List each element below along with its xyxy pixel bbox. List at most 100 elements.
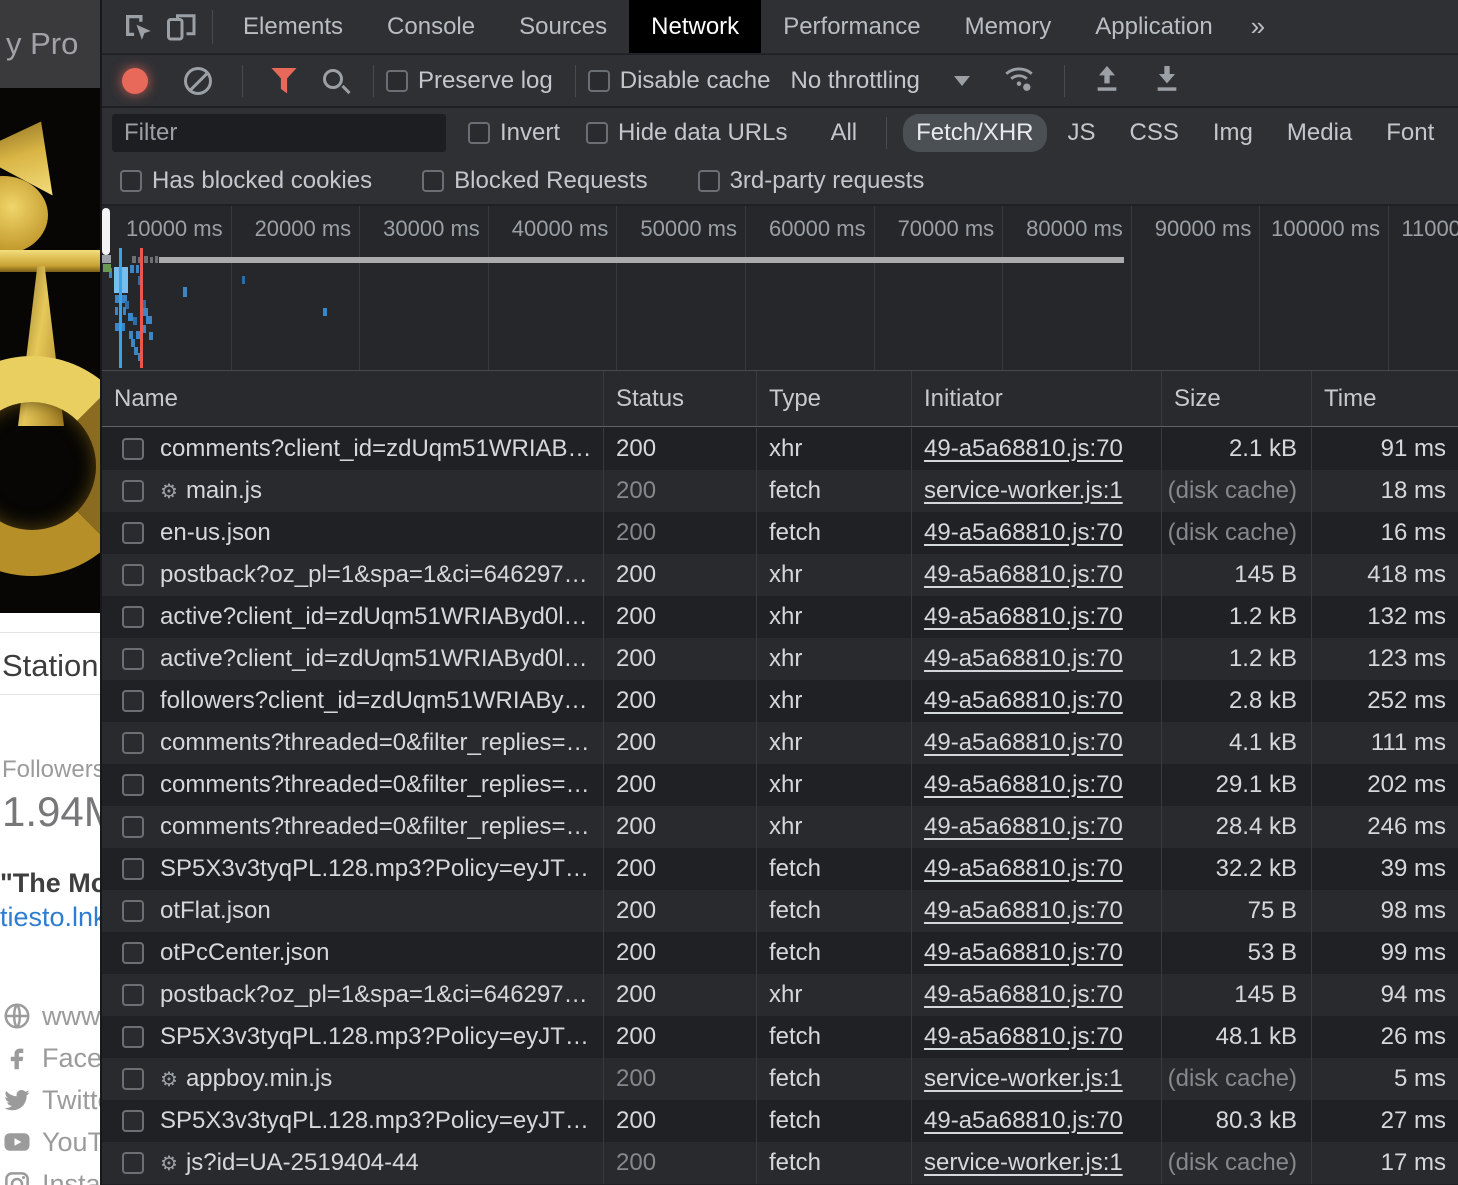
initiator-link[interactable]: 49-a5a68810.js:70	[924, 855, 1123, 883]
initiator-link[interactable]: 49-a5a68810.js:70	[924, 687, 1123, 715]
blocked-requests-checkbox[interactable]	[422, 170, 444, 192]
filter-input[interactable]	[112, 114, 446, 152]
tab-application[interactable]: Application	[1073, 0, 1234, 53]
chevron-down-icon[interactable]	[954, 76, 970, 86]
request-name-cell[interactable]: otPcCenter.json	[102, 932, 604, 974]
row-checkbox[interactable]	[122, 858, 144, 880]
network-conditions-icon[interactable]	[1000, 61, 1038, 100]
table-row[interactable]: otPcCenter.json200fetch49-a5a68810.js:70…	[102, 932, 1458, 974]
record-network-log-button[interactable]	[122, 68, 148, 94]
type-filter-font[interactable]: Font	[1373, 114, 1447, 152]
row-checkbox[interactable]	[122, 900, 144, 922]
table-row[interactable]: en-us.json200fetch49-a5a68810.js:70(disk…	[102, 512, 1458, 554]
request-name-cell[interactable]: ⚙main.js	[102, 470, 604, 512]
request-name-cell[interactable]: postback?oz_pl=1&spa=1&ci=646297…	[102, 554, 604, 596]
column-header-status[interactable]: Status	[604, 371, 757, 426]
table-row[interactable]: comments?threaded=0&filter_replies=…200x…	[102, 722, 1458, 764]
network-overview-timeline[interactable]: 10000 ms20000 ms30000 ms40000 ms50000 ms…	[102, 206, 1458, 371]
initiator-link[interactable]: 49-a5a68810.js:70	[924, 603, 1123, 631]
social-link-youtube[interactable]: YouTu	[0, 1121, 100, 1163]
type-filter-fetchxhr[interactable]: Fetch/XHR	[903, 114, 1046, 152]
initiator-link[interactable]: 49-a5a68810.js:70	[924, 645, 1123, 673]
initiator-link[interactable]: 49-a5a68810.js:70	[924, 519, 1123, 547]
tab-performance[interactable]: Performance	[761, 0, 942, 53]
initiator-link[interactable]: service-worker.js:1	[924, 1065, 1123, 1093]
request-name-cell[interactable]: active?client_id=zdUqm51WRIAByd0l…	[102, 596, 604, 638]
request-name-cell[interactable]: comments?threaded=0&filter_replies=…	[102, 806, 604, 848]
type-filter-media[interactable]: Media	[1274, 114, 1365, 152]
tab-console[interactable]: Console	[365, 0, 497, 53]
tab-network[interactable]: Network	[629, 0, 761, 53]
column-header-initiator[interactable]: Initiator	[912, 371, 1162, 426]
initiator-link[interactable]: 49-a5a68810.js:70	[924, 939, 1123, 967]
table-row[interactable]: followers?client_id=zdUqm51WRIABy…200xhr…	[102, 680, 1458, 722]
initiator-link[interactable]: 49-a5a68810.js:70	[924, 435, 1123, 463]
social-link-instagram[interactable]: Insta	[0, 1163, 100, 1185]
table-row[interactable]: comments?client_id=zdUqm51WRIAB…200xhr49…	[102, 428, 1458, 470]
table-row[interactable]: comments?threaded=0&filter_replies=…200x…	[102, 806, 1458, 848]
table-row[interactable]: SP5X3v3tyqPL.128.mp3?Policy=eyJT…200fetc…	[102, 848, 1458, 890]
type-filter-all[interactable]: All	[817, 114, 870, 152]
tab-elements[interactable]: Elements	[221, 0, 365, 53]
request-name-cell[interactable]: comments?client_id=zdUqm51WRIAB…	[102, 428, 604, 470]
row-checkbox[interactable]	[122, 774, 144, 796]
row-checkbox[interactable]	[122, 942, 144, 964]
invert-checkbox[interactable]	[468, 122, 490, 144]
row-checkbox[interactable]	[122, 564, 144, 586]
has-blocked-cookies-checkbox[interactable]	[120, 170, 142, 192]
export-har-icon[interactable]	[1151, 61, 1183, 100]
column-header-name[interactable]: Name	[102, 371, 604, 426]
type-filter-css[interactable]: CSS	[1117, 114, 1192, 152]
type-filter-img[interactable]: Img	[1200, 114, 1266, 152]
inspect-element-icon[interactable]	[116, 5, 160, 49]
table-row[interactable]: postback?oz_pl=1&spa=1&ci=646297…200xhr4…	[102, 554, 1458, 596]
filter-icon[interactable]	[271, 68, 297, 94]
initiator-link[interactable]: 49-a5a68810.js:70	[924, 1023, 1123, 1051]
page-tab-station[interactable]: Station	[2, 648, 99, 684]
search-icon[interactable]	[323, 69, 343, 89]
row-checkbox[interactable]	[122, 606, 144, 628]
row-checkbox[interactable]	[122, 1110, 144, 1132]
initiator-link[interactable]: 49-a5a68810.js:70	[924, 561, 1123, 589]
table-row[interactable]: SP5X3v3tyqPL.128.mp3?Policy=eyJT…200fetc…	[102, 1100, 1458, 1142]
bio-link[interactable]: tiesto.lnk	[0, 902, 100, 933]
table-row[interactable]: ⚙appboy.min.js200fetchservice-worker.js:…	[102, 1058, 1458, 1100]
hide-data-urls-checkbox[interactable]	[586, 122, 608, 144]
table-row[interactable]: ⚙main.js200fetchservice-worker.js:1(disk…	[102, 470, 1458, 512]
table-row[interactable]: ⚙js?id=UA-2519404-44200fetchservice-work…	[102, 1142, 1458, 1184]
request-name-cell[interactable]: en-us.json	[102, 512, 604, 554]
row-checkbox[interactable]	[122, 816, 144, 838]
initiator-link[interactable]: 49-a5a68810.js:70	[924, 981, 1123, 1009]
request-name-cell[interactable]: comments?threaded=0&filter_replies=…	[102, 764, 604, 806]
preserve-log-checkbox[interactable]	[386, 70, 408, 92]
clear-network-log-icon[interactable]	[184, 67, 212, 95]
row-checkbox[interactable]	[122, 522, 144, 544]
row-checkbox[interactable]	[122, 1026, 144, 1048]
throttling-select[interactable]: No throttling	[790, 67, 919, 95]
request-name-cell[interactable]: SP5X3v3tyqPL.128.mp3?Policy=eyJT…	[102, 848, 604, 890]
row-checkbox[interactable]	[122, 1152, 144, 1174]
table-row[interactable]: active?client_id=zdUqm51WRIAByd0l…200xhr…	[102, 638, 1458, 680]
row-checkbox[interactable]	[122, 732, 144, 754]
toggle-device-toolbar-icon[interactable]	[160, 5, 204, 49]
initiator-link[interactable]: 49-a5a68810.js:70	[924, 1107, 1123, 1135]
initiator-link[interactable]: service-worker.js:1	[924, 477, 1123, 505]
row-checkbox[interactable]	[122, 1068, 144, 1090]
table-row[interactable]: postback?oz_pl=1&spa=1&ci=646297…200xhr4…	[102, 974, 1458, 1016]
table-row[interactable]: active?client_id=zdUqm51WRIAByd0l…200xhr…	[102, 596, 1458, 638]
more-tabs-button[interactable]: »	[1235, 0, 1281, 53]
tab-memory[interactable]: Memory	[943, 0, 1074, 53]
request-name-cell[interactable]: ⚙appboy.min.js	[102, 1058, 604, 1100]
request-name-cell[interactable]: comments?threaded=0&filter_replies=…	[102, 722, 604, 764]
table-row[interactable]: comments?threaded=0&filter_replies=…200x…	[102, 764, 1458, 806]
table-row[interactable]: SP5X3v3tyqPL.128.mp3?Policy=eyJT…200fetc…	[102, 1016, 1458, 1058]
social-link-twitter[interactable]: Twitte	[0, 1079, 100, 1121]
column-header-type[interactable]: Type	[757, 371, 912, 426]
initiator-link[interactable]: 49-a5a68810.js:70	[924, 771, 1123, 799]
initiator-link[interactable]: 49-a5a68810.js:70	[924, 813, 1123, 841]
initiator-link[interactable]: 49-a5a68810.js:70	[924, 897, 1123, 925]
page-scrollbar-thumb[interactable]	[102, 208, 110, 255]
initiator-link[interactable]: service-worker.js:1	[924, 1149, 1123, 1177]
request-name-cell[interactable]: SP5X3v3tyqPL.128.mp3?Policy=eyJT…	[102, 1100, 604, 1142]
column-header-size[interactable]: Size	[1162, 371, 1312, 426]
